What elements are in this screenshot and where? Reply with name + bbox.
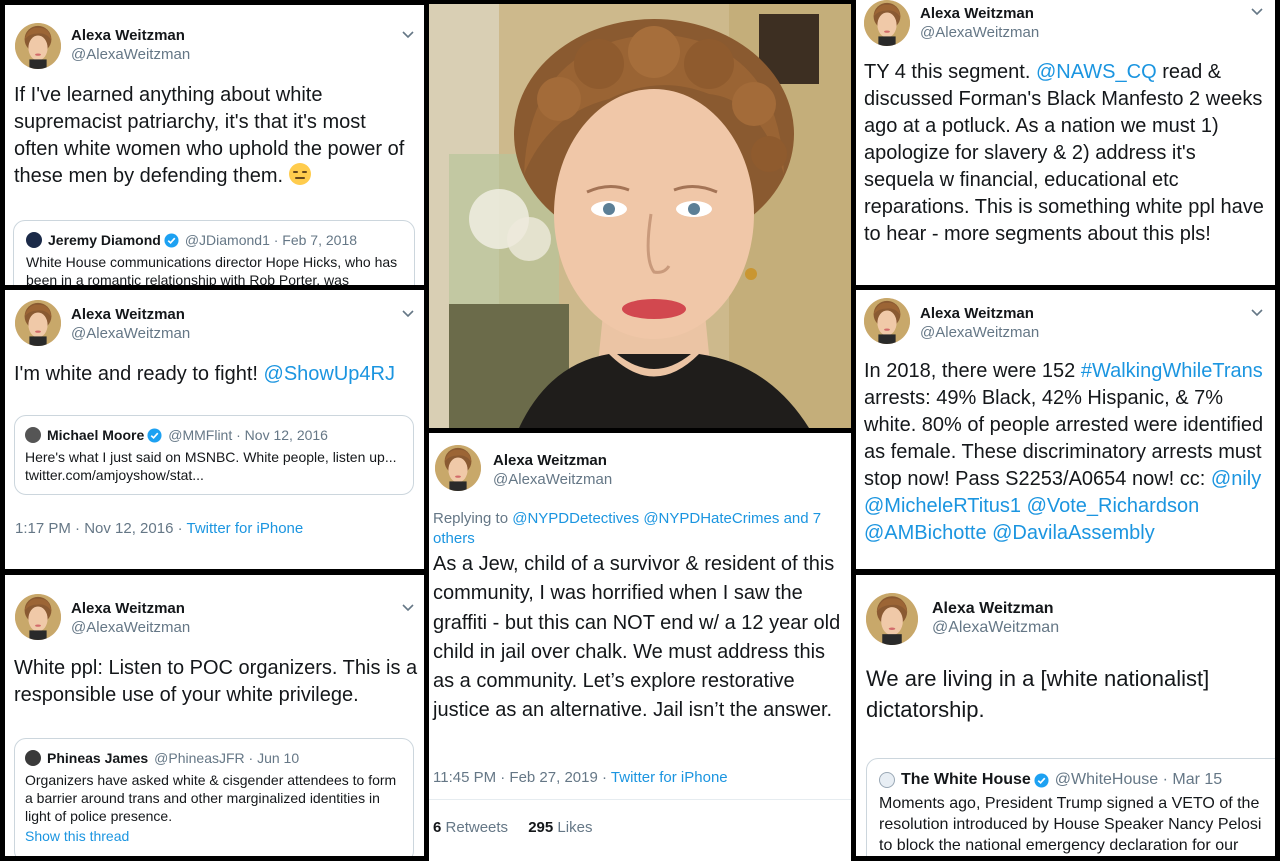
unamused-face-emoji-icon <box>288 163 311 185</box>
tweet-panel-7: Alexa Weitzman @AlexaWeitzman We are liv… <box>856 575 1275 856</box>
verified-badge-icon <box>147 428 162 443</box>
likes-label[interactable]: Likes <box>557 819 592 836</box>
author-name[interactable]: Alexa Weitzman <box>71 26 190 45</box>
tweet-text-part: arrests: 49% Black, 42% Hispanic, & 7% w… <box>864 387 1264 490</box>
tweet-text: As a Jew, child of a survivor & resident… <box>433 553 841 722</box>
tweet-text: TY 4 this segment. @NAWS_CQ read & discu… <box>864 59 1264 248</box>
avatar[interactable] <box>15 594 61 640</box>
avatar[interactable] <box>864 0 910 46</box>
retweets-label[interactable]: Retweets <box>446 819 509 836</box>
tweet-timestamp: 1:17 PM · Nov 12, 2016 · Twitter for iPh… <box>15 520 303 537</box>
tweet-header: Alexa Weitzman @AlexaWeitzman <box>866 593 1059 645</box>
author-handle[interactable]: @AlexaWeitzman <box>71 618 190 637</box>
tweet-text-part: TY 4 this segment. <box>864 61 1031 83</box>
tweet-text: If I've learned anything about white sup… <box>14 82 414 190</box>
hashtag-link[interactable]: #WalkingWhileTrans <box>1081 360 1263 382</box>
tweet-header: Alexa Weitzman @AlexaWeitzman <box>15 23 190 69</box>
quoted-tweet[interactable]: Michael Moore @MMFlint · Nov 12, 2016 He… <box>14 415 414 495</box>
chevron-down-icon[interactable] <box>1249 3 1265 19</box>
profile-photo <box>429 4 851 428</box>
author-handle[interactable]: @AlexaWeitzman <box>920 23 1039 42</box>
tweet-header: Alexa Weitzman @AlexaWeitzman <box>15 300 190 346</box>
tweet-header: Alexa Weitzman @AlexaWeitzman <box>864 298 1039 344</box>
tweet-text: I'm white and ready to fight! @ShowUp4RJ <box>14 361 414 388</box>
avatar[interactable] <box>866 593 918 645</box>
tweet-source-link[interactable]: Twitter for iPhone <box>187 520 304 537</box>
author-name[interactable]: Alexa Weitzman <box>493 451 612 470</box>
divider <box>429 799 851 800</box>
quoted-author-name: The White House <box>901 771 1031 788</box>
quoted-handle-date: @JDiamond1 · Feb 7, 2018 <box>184 232 358 248</box>
author-handle[interactable]: @AlexaWeitzman <box>920 323 1039 342</box>
quoted-tweet[interactable]: Jeremy Diamond @JDiamond1 · Feb 7, 2018 … <box>13 220 415 285</box>
engagement-stats: 6 Retweets 295 Likes <box>433 819 592 836</box>
tweet-text-part: read & discussed Forman's Black Manfesto… <box>864 61 1264 245</box>
tweet-panel-1: Alexa Weitzman @AlexaWeitzman If I've le… <box>5 5 424 285</box>
tweet-panel-2: Alexa Weitzman @AlexaWeitzman I'm white … <box>5 290 424 569</box>
tweet-time[interactable]: 11:45 PM · Feb 27, 2019 · <box>433 769 607 786</box>
replying-to-label: Replying to <box>433 510 509 527</box>
phineas-james-avatar-icon <box>25 750 41 766</box>
author-name[interactable]: Alexa Weitzman <box>920 304 1039 323</box>
retweets-count[interactable]: 6 <box>433 819 441 836</box>
quoted-author-name: Jeremy Diamond <box>48 232 161 248</box>
quoted-handle-date: @PhineasJFR · Jun 10 <box>154 750 300 766</box>
tweet-text-content: I'm white and ready to fight! <box>14 363 258 385</box>
quoted-handle-date: @MMFlint · Nov 12, 2016 <box>168 427 328 443</box>
chevron-down-icon[interactable] <box>1249 304 1265 320</box>
quoted-tweet[interactable]: Phineas James @PhineasJFR · Jun 10 Organ… <box>14 738 414 856</box>
tweet-text: We are living in a [white nationalist] d… <box>866 666 1210 722</box>
mention-link[interactable]: @NAWS_CQ <box>1036 61 1157 83</box>
michael-moore-avatar-icon <box>25 427 41 443</box>
tweet-panel-3: Alexa Weitzman @AlexaWeitzman White ppl:… <box>5 575 424 856</box>
tweet-text: White ppl: Listen to POC organizers. Thi… <box>14 657 418 706</box>
verified-badge-icon <box>164 233 179 248</box>
tweet-header: Alexa Weitzman @AlexaWeitzman <box>864 0 1039 46</box>
quoted-text: Here's what I just said on MSNBC. White … <box>25 449 397 483</box>
quoted-author-name: Phineas James <box>47 750 149 766</box>
chevron-down-icon[interactable] <box>400 26 416 42</box>
white-house-logo-icon <box>879 772 895 788</box>
avatar[interactable] <box>435 445 481 491</box>
tweet-text-part: In 2018, there were 152 <box>864 360 1076 382</box>
tweet-timestamp: 11:45 PM · Feb 27, 2019 · Twitter for iP… <box>433 769 728 786</box>
mention-link[interactable]: @ShowUp4RJ <box>264 363 395 385</box>
avatar[interactable] <box>15 300 61 346</box>
author-handle[interactable]: @AlexaWeitzman <box>71 324 190 343</box>
quoted-author-name: Michael Moore <box>47 427 145 443</box>
quoted-text: Moments ago, President Trump signed a VE… <box>879 795 1262 854</box>
woman-portrait-image <box>429 4 851 428</box>
quoted-text: Organizers have asked white & cisgender … <box>25 772 397 824</box>
quoted-text: White House communications director Hope… <box>26 254 398 285</box>
tweet-panel-4: Alexa Weitzman @AlexaWeitzman Replying t… <box>429 433 851 861</box>
avatar[interactable] <box>864 298 910 344</box>
tweet-header: Alexa Weitzman @AlexaWeitzman <box>435 445 612 491</box>
quoted-tweet[interactable]: The White House @WhiteHouse · Mar 15 Mom… <box>866 758 1275 856</box>
tweet-text: In 2018, there were 152 #WalkingWhileTra… <box>864 358 1269 547</box>
tweet-panel-5: Alexa Weitzman @AlexaWeitzman TY 4 this … <box>856 0 1275 285</box>
replying-to: Replying to @NYPDDetectives @NYPDHateCri… <box>433 509 843 549</box>
tweet-panel-6: Alexa Weitzman @AlexaWeitzman In 2018, t… <box>856 290 1275 569</box>
author-handle[interactable]: @AlexaWeitzman <box>493 470 612 489</box>
show-thread-link[interactable]: Show this thread <box>25 827 403 845</box>
likes-count[interactable]: 295 <box>528 819 553 836</box>
quoted-handle-date: @WhiteHouse · Mar 15 <box>1054 771 1223 788</box>
tweet-text-content: If I've learned anything about white sup… <box>14 84 405 187</box>
verified-badge-icon <box>1034 773 1049 788</box>
jeremy-diamond-avatar-icon <box>26 232 42 248</box>
author-handle[interactable]: @AlexaWeitzman <box>932 618 1059 637</box>
chevron-down-icon[interactable] <box>400 305 416 321</box>
avatar[interactable] <box>15 23 61 69</box>
author-name[interactable]: Alexa Weitzman <box>920 4 1039 23</box>
author-name[interactable]: Alexa Weitzman <box>71 599 190 618</box>
author-handle[interactable]: @AlexaWeitzman <box>71 45 190 64</box>
tweet-header: Alexa Weitzman @AlexaWeitzman <box>15 594 190 640</box>
tweet-time[interactable]: 1:17 PM · Nov 12, 2016 · <box>15 520 183 537</box>
author-name[interactable]: Alexa Weitzman <box>932 599 1059 618</box>
tweet-source-link[interactable]: Twitter for iPhone <box>611 769 728 786</box>
chevron-down-icon[interactable] <box>400 599 416 615</box>
author-name[interactable]: Alexa Weitzman <box>71 305 190 324</box>
